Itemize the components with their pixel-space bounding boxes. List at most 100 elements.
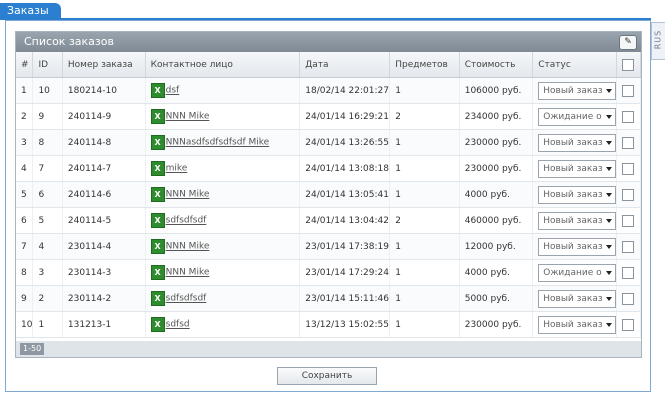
row-number: 10	[16, 311, 34, 338]
table-row[interactable]: 4 7 240114-7 Xmike 24/01/14 13:08:18 1 230000 …	[16, 155, 641, 182]
excel-icon[interactable]: X	[150, 109, 165, 124]
table-row[interactable]: 1 10 180214-10 Xdsf 18/02/14 22:01:27 1 106000…	[16, 77, 641, 104]
status-dropdown[interactable]: Новый заказ	[538, 185, 617, 204]
select-cell	[616, 233, 641, 260]
item-count: 1	[389, 181, 460, 208]
contact-cell: X NNN Mike	[145, 233, 301, 260]
status-dropdown[interactable]: Новый заказ	[538, 159, 617, 178]
table-row[interactable]: 3 8 240114-8 X NNNasdfsdfsdfsdf Mike 24/01/14…	[16, 129, 641, 156]
order-date: 13/12/13 15:02:55	[299, 311, 391, 338]
contact-link[interactable]: NNN Mike	[166, 268, 210, 278]
page-range-button[interactable]: 1-50	[20, 343, 45, 355]
excel-icon[interactable]: X	[150, 239, 165, 254]
order-number: 240114-5	[62, 207, 146, 234]
status-dropdown[interactable]: Новый заказ	[538, 289, 617, 308]
table-row[interactable]: 7 4 230114-4 X NNN Mike 23/01/14 17:38:19 1 120…	[16, 233, 641, 260]
column-header[interactable]: ID	[32, 52, 63, 78]
table-row[interactable]: 2 9 240114-9 X NNN Mike 24/01/14 16:29:21 2 234…	[16, 103, 641, 130]
order-cost: 230000 руб.	[459, 155, 534, 182]
row-checkbox[interactable]	[622, 188, 635, 201]
status-cell: Новый заказ	[532, 155, 618, 182]
select-cell	[616, 129, 641, 156]
column-header[interactable]: #	[16, 52, 34, 78]
row-number: 3	[16, 129, 34, 156]
item-count: 1	[389, 233, 460, 260]
column-header[interactable]: Дата	[299, 52, 391, 78]
row-checkbox[interactable]	[622, 136, 635, 149]
export-button[interactable]: ✎	[619, 35, 637, 50]
column-header[interactable]: Номер заказа	[62, 52, 146, 78]
chevron-down-icon	[606, 244, 613, 249]
select-cell	[616, 77, 641, 104]
status-cell: Новый заказ	[532, 181, 618, 208]
row-checkbox[interactable]	[622, 292, 635, 305]
status-dropdown[interactable]: Ожидание о	[538, 107, 617, 126]
language-tab[interactable]: RUS	[651, 22, 665, 60]
table-row[interactable]: 10 1 131213-1 Xsdfsd 13/12/13 15:02:55 1 23000…	[16, 311, 641, 338]
excel-icon[interactable]: X	[150, 317, 165, 332]
table-row[interactable]: 8 3 230114-3 X NNN Mike 23/01/14 17:29:24 1 400…	[16, 259, 641, 286]
contact-link[interactable]: sdfsdfsdf	[166, 294, 207, 304]
contact-link[interactable]: sdfsdfsdf	[166, 216, 207, 226]
contact-link[interactable]: dsf	[166, 86, 180, 96]
excel-icon[interactable]: X	[150, 161, 165, 176]
column-header[interactable]: Предметов	[389, 52, 460, 78]
status-value: Новый заказ	[543, 293, 603, 304]
row-checkbox[interactable]	[622, 318, 635, 331]
order-number: 230114-3	[62, 259, 146, 286]
contact-link[interactable]: NNN Mike	[166, 190, 210, 200]
table-row[interactable]: 6 5 240114-5 Xsdfsdfsdf 24/01/14 13:04:42 2 46…	[16, 207, 641, 234]
contact-link[interactable]: NNNasdfsdfsdfsdf Mike	[166, 138, 270, 148]
excel-icon[interactable]: X	[150, 265, 165, 280]
order-number: 240114-8	[62, 129, 146, 156]
tab-orders[interactable]: Заказы	[0, 3, 61, 19]
order-id: 1	[32, 311, 63, 338]
column-header[interactable]: Контактное лицо	[145, 52, 301, 78]
status-cell: Ожидание о	[532, 103, 618, 130]
row-checkbox[interactable]	[622, 240, 635, 253]
item-count: 2	[389, 103, 460, 130]
order-number: 230114-4	[62, 233, 146, 260]
contact-link[interactable]: mike	[166, 164, 188, 174]
status-dropdown[interactable]: Новый заказ	[538, 211, 617, 230]
status-cell: Новый заказ	[532, 233, 618, 260]
select-cell	[616, 181, 641, 208]
contact-link[interactable]: sdfsd	[166, 320, 190, 330]
excel-icon[interactable]: X	[150, 83, 165, 98]
status-dropdown[interactable]: Новый заказ	[538, 133, 617, 152]
chevron-down-icon	[606, 140, 613, 145]
table-row[interactable]: 9 2 230114-2 Xsdfsdfsdf 23/01/14 15:11:46 1 50…	[16, 285, 641, 312]
status-dropdown[interactable]: Новый заказ	[538, 81, 617, 100]
row-checkbox[interactable]	[622, 266, 635, 279]
excel-icon[interactable]: X	[150, 213, 165, 228]
contact-link[interactable]: NNN Mike	[166, 112, 210, 122]
contact-link[interactable]: NNN Mike	[166, 242, 210, 252]
panel-title: Список заказов	[24, 35, 114, 48]
status-cell: Новый заказ	[532, 311, 618, 338]
order-id: 9	[32, 103, 63, 130]
order-id: 5	[32, 207, 63, 234]
row-checkbox[interactable]	[622, 110, 635, 123]
order-date: 24/01/14 13:08:18	[299, 155, 391, 182]
pagination-bar: 1-50	[16, 341, 641, 357]
order-number: 230114-2	[62, 285, 146, 312]
status-dropdown[interactable]: Ожидание о	[538, 263, 617, 282]
save-button[interactable]: Сохранить	[277, 367, 377, 385]
select-all-checkbox[interactable]	[622, 58, 635, 71]
status-value: Новый заказ	[543, 85, 603, 96]
row-checkbox[interactable]	[622, 84, 635, 97]
status-dropdown[interactable]: Новый заказ	[538, 237, 617, 256]
excel-icon[interactable]: X	[150, 291, 165, 306]
row-checkbox[interactable]	[622, 214, 635, 227]
orders-table: # ID Номер заказа Контактное лицо Дата Предме…	[16, 52, 641, 338]
row-number: 2	[16, 103, 34, 130]
contact-cell: Xdsf	[145, 77, 301, 104]
excel-icon[interactable]: X	[150, 187, 165, 202]
table-row[interactable]: 5 6 240114-6 X NNN Mike 24/01/14 13:05:41 1 400…	[16, 181, 641, 208]
column-header[interactable]: Стоимость	[459, 52, 534, 78]
row-checkbox[interactable]	[622, 162, 635, 175]
status-dropdown[interactable]: Новый заказ	[538, 315, 617, 334]
select-cell	[616, 103, 641, 130]
column-header[interactable]: Статус	[532, 52, 618, 78]
excel-icon[interactable]: X	[150, 135, 165, 150]
